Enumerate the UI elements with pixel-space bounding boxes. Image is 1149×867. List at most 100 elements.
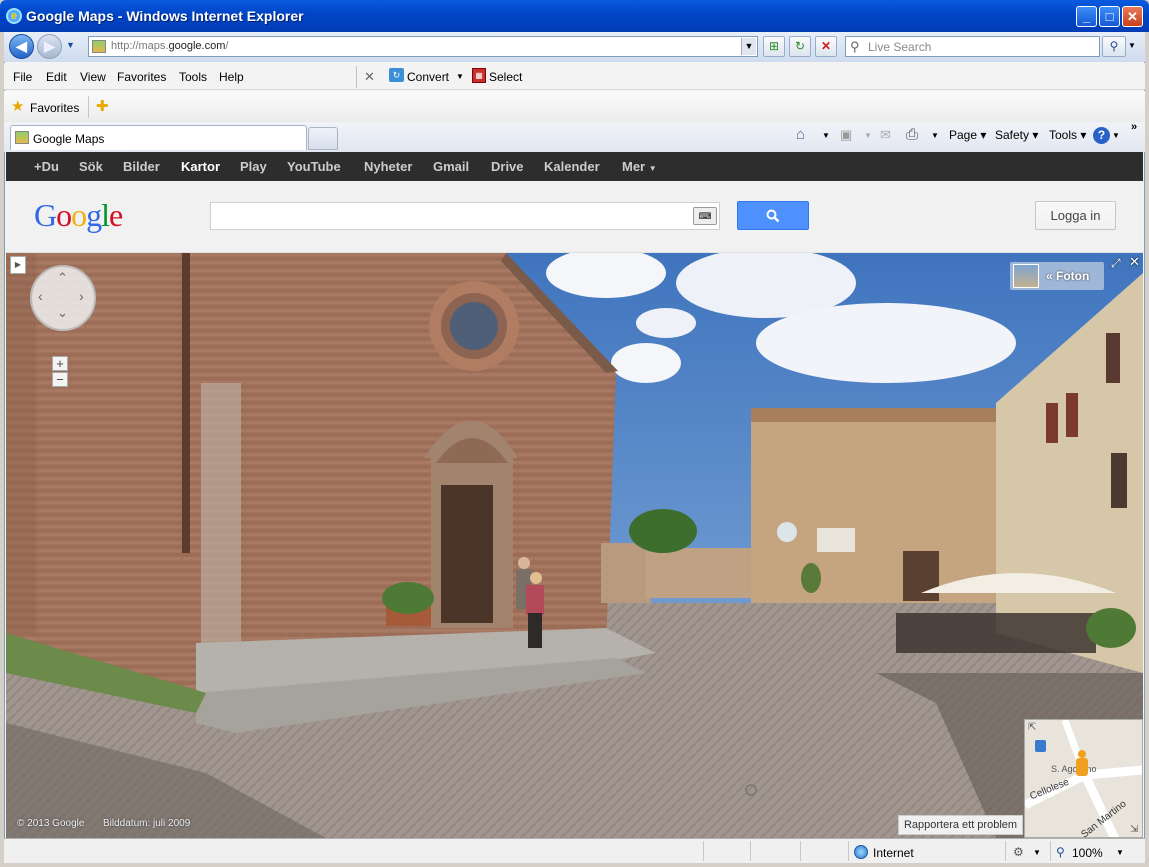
menu-favorites[interactable]: Favorites (117, 70, 166, 84)
protected-mode-icon[interactable]: ⚙ (1013, 845, 1024, 859)
back-button[interactable]: ◀ (9, 34, 34, 59)
zoom-out-button[interactable]: − (52, 372, 68, 387)
google-logo[interactable]: Google (34, 197, 123, 234)
help-icon[interactable]: ? (1093, 127, 1110, 144)
feeds-dropdown-icon[interactable]: ▼ (864, 131, 872, 140)
magnifier-icon (766, 209, 780, 223)
login-button[interactable]: Logga in (1035, 201, 1116, 230)
mail-icon[interactable]: ✉ (880, 127, 891, 143)
security-zone-label: Internet (873, 846, 914, 860)
chevron-more-icon[interactable]: » (1131, 121, 1137, 133)
gbar-kalender[interactable]: Kalender (544, 159, 600, 174)
feeds-icon[interactable]: ▣ (840, 127, 852, 143)
title-bar: e Google Maps - Windows Internet Explore… (0, 0, 1149, 32)
expand-panel-icon[interactable]: ▶ (10, 256, 26, 274)
maps-search-input[interactable] (210, 202, 720, 230)
history-dropdown-icon[interactable]: ▼ (66, 40, 75, 50)
convert-button[interactable]: Convert (407, 70, 449, 84)
convert-dropdown-icon[interactable]: ▼ (456, 72, 464, 81)
home-icon[interactable]: ⌂ (796, 126, 805, 143)
favorites-button[interactable]: Favorites (30, 101, 79, 115)
maximize-button[interactable]: □ (1099, 6, 1120, 27)
safety-menu-button[interactable]: Safety ▾ (995, 128, 1038, 142)
forward-button[interactable]: ▶ (37, 34, 62, 59)
street-view-panorama[interactable]: ▶ ⌃ ⌄ ‹ › + − « Foton ⤢ ✕ © 2013 Google … (6, 253, 1143, 838)
status-divider (848, 841, 849, 861)
photo-thumbnail (1013, 264, 1039, 288)
zoom-level-label[interactable]: 100% (1072, 846, 1103, 860)
add-favorite-icon[interactable]: ✚ (96, 97, 109, 115)
gbar-drive[interactable]: Drive (491, 159, 524, 174)
gbar-kartor[interactable]: Kartor (181, 159, 220, 174)
menu-bar (4, 63, 1145, 90)
tools-menu-label: Tools (1049, 128, 1078, 142)
copyright-text: © 2013 Google (17, 818, 85, 829)
search-input[interactable]: ⚲ Live Search (845, 36, 1100, 57)
compat-view-icon[interactable]: ⊞ (763, 36, 785, 57)
menu-tools[interactable]: Tools (179, 70, 207, 84)
url-domain: google.com (168, 40, 226, 52)
stop-icon[interactable]: ✕ (815, 36, 837, 57)
help-dropdown-icon[interactable]: ▼ (1112, 131, 1120, 140)
favorites-bar (4, 91, 1145, 122)
pan-left-icon[interactable]: ‹ (38, 288, 43, 304)
status-divider (750, 841, 751, 861)
page-menu-button[interactable]: Page ▾ (949, 128, 986, 142)
select-button[interactable]: Select (489, 70, 522, 84)
keyboard-icon[interactable]: ⌨ (693, 207, 717, 225)
pegman-icon[interactable] (1075, 750, 1089, 782)
gbar-mer-label: Mer (622, 159, 646, 174)
minimap-collapse-icon[interactable]: ⇱ (1028, 722, 1036, 733)
tab-google-maps[interactable]: Google Maps (10, 125, 307, 150)
gbar-gmail[interactable]: Gmail (433, 159, 469, 174)
menu-file[interactable]: File (13, 70, 32, 84)
minimap-expand-icon[interactable]: ⇲ (1130, 824, 1138, 835)
pan-down-icon[interactable]: ⌄ (57, 305, 68, 321)
zoom-dropdown-icon[interactable]: ▼ (1116, 848, 1124, 857)
search-field-icon: ⚲ (850, 39, 860, 54)
streetview-close-icon[interactable]: ✕ (1129, 254, 1140, 270)
tab-title: Google Maps (33, 132, 105, 146)
search-go-icon[interactable]: ⚲ (1102, 36, 1126, 57)
tools-menu-button[interactable]: Tools ▾ (1049, 128, 1086, 142)
protected-mode-dropdown-icon[interactable]: ▼ (1033, 848, 1041, 857)
maps-search-button[interactable] (737, 201, 809, 230)
page-menu-label: Page (949, 128, 978, 142)
menu-view[interactable]: View (80, 70, 106, 84)
address-dropdown-icon[interactable]: ▼ (741, 38, 756, 55)
gbar-mer[interactable]: Mer ▼ (622, 159, 657, 174)
photos-button[interactable]: « Foton (1010, 262, 1104, 290)
report-problem-button[interactable]: Rapportera ett problem (898, 815, 1023, 835)
close-button[interactable]: ✕ (1122, 6, 1143, 27)
status-divider (703, 841, 704, 861)
menu-edit[interactable]: Edit (46, 70, 67, 84)
status-divider (1005, 841, 1006, 861)
window-title: Google Maps - Windows Internet Explorer (26, 8, 304, 24)
gbar-bilder[interactable]: Bilder (123, 159, 160, 174)
fullscreen-icon[interactable]: ⤢ (1111, 256, 1121, 271)
home-dropdown-icon[interactable]: ▼ (822, 131, 830, 140)
gbar-du[interactable]: +Du (34, 159, 59, 174)
zoom-in-button[interactable]: + (52, 356, 68, 371)
pan-right-icon[interactable]: › (79, 288, 84, 304)
pan-control[interactable]: ⌃ ⌄ ‹ › (30, 265, 96, 331)
menu-help[interactable]: Help (219, 70, 244, 84)
pan-up-icon[interactable]: ⌃ (57, 270, 68, 286)
safety-menu-label: Safety (995, 128, 1030, 142)
gbar-play[interactable]: Play (240, 159, 267, 174)
page-favicon-icon (92, 40, 106, 53)
mini-map[interactable]: ⇱ S. Agostino Cellolese San Martino ⇲ (1024, 719, 1143, 838)
refresh-icon[interactable]: ↻ (789, 36, 811, 57)
print-icon[interactable]: ⎙ (906, 126, 918, 143)
gbar-youtube[interactable]: YouTube (287, 159, 341, 174)
toolbar-close-icon[interactable]: ✕ (364, 69, 375, 85)
gbar-nyheter[interactable]: Nyheter (364, 159, 412, 174)
gbar-sok[interactable]: Sök (79, 159, 103, 174)
print-dropdown-icon[interactable]: ▼ (931, 131, 939, 140)
search-options-icon[interactable]: ▼ (1128, 41, 1136, 50)
status-divider (1050, 841, 1051, 861)
new-tab-button[interactable] (308, 127, 338, 150)
minimize-button[interactable]: _ (1076, 6, 1097, 27)
address-bar[interactable]: http://maps.google.com/ ▼ (88, 36, 758, 57)
menu-divider (356, 66, 357, 88)
